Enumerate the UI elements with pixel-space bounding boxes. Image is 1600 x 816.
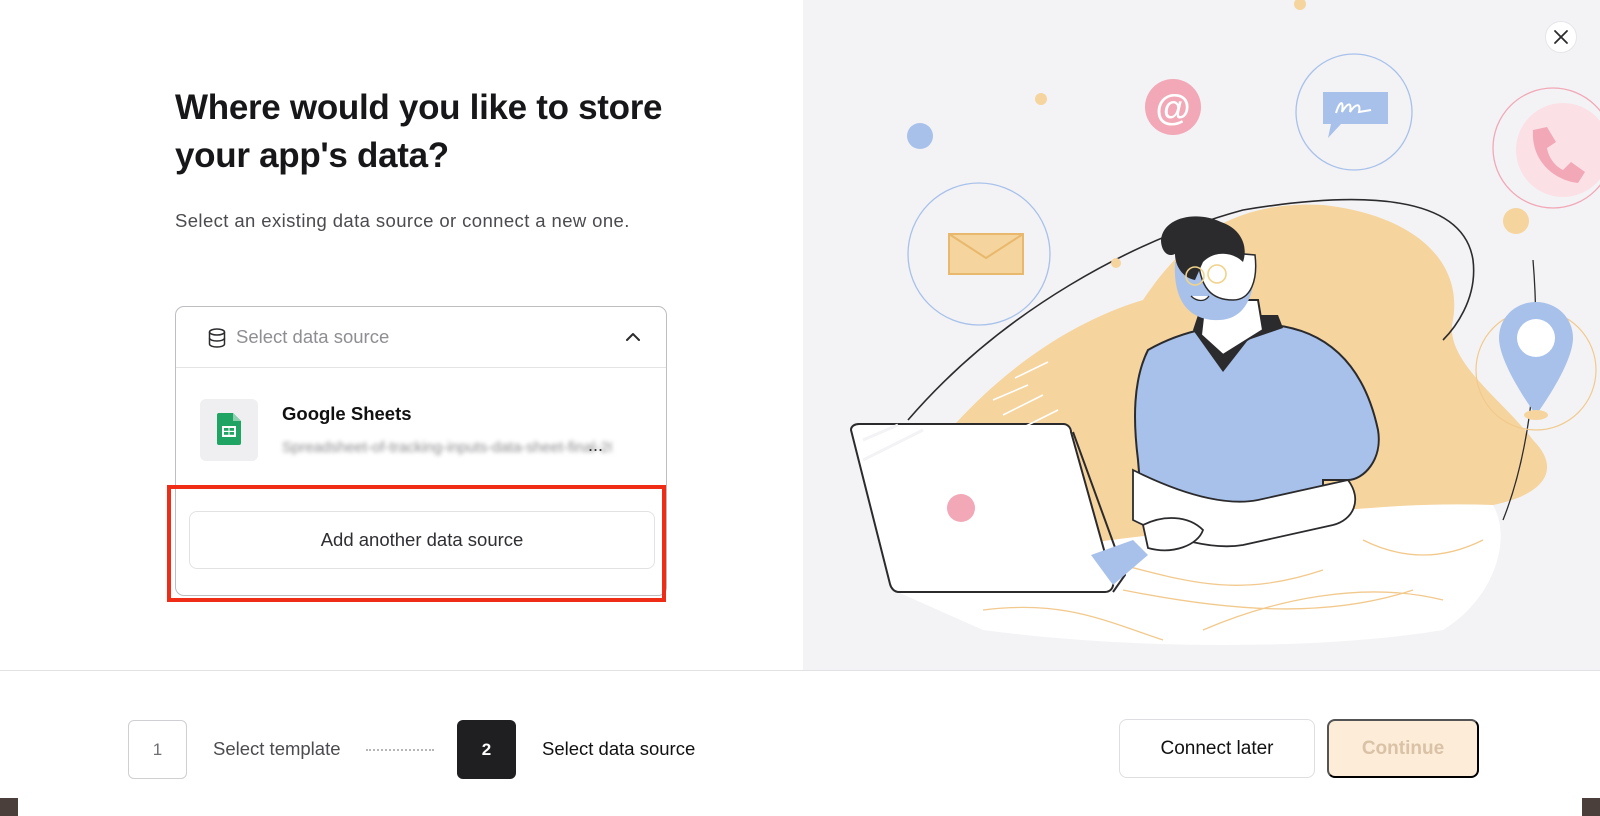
left-pane: Where would you like to store your app's… <box>0 0 803 670</box>
close-icon <box>1554 30 1568 44</box>
database-icon <box>208 328 226 348</box>
add-data-source-button[interactable]: Add another data source <box>189 511 655 569</box>
data-source-select-trigger[interactable]: Select data source <box>176 307 666 368</box>
svg-text:@: @ <box>1155 87 1190 128</box>
data-source-dropdown: Select data source Google Sheets Spreads… <box>175 306 667 596</box>
step-2-indicator: 2 <box>457 720 516 779</box>
connect-later-button[interactable]: Connect later <box>1119 719 1315 778</box>
data-source-placeholder: Select data source <box>236 326 390 347</box>
person-laptop-illustration: @ <box>849 0 1600 645</box>
close-button[interactable] <box>1545 21 1577 53</box>
data-source-name: Google Sheets <box>282 403 412 424</box>
google-sheets-tile <box>200 399 258 461</box>
page-title: Where would you like to store your app's… <box>175 88 663 175</box>
google-sheets-icon <box>217 413 241 445</box>
step-1-indicator[interactable]: 1 <box>128 720 187 779</box>
wizard-footer: 1 Select template 2 Select data source C… <box>0 670 1600 816</box>
data-source-detail-ellipsis: ... <box>588 435 604 455</box>
step-1-label[interactable]: Select template <box>213 738 341 760</box>
step-2-label: Select data source <box>542 738 696 759</box>
continue-button[interactable]: Continue <box>1327 719 1479 778</box>
window-corner <box>1582 798 1600 816</box>
step-connector <box>366 749 434 751</box>
data-source-detail: Spreadsheet-of-tracking-inputs-data-shee… <box>282 439 612 456</box>
page-subtitle: Select an existing data source or connec… <box>175 210 630 231</box>
illustration-pane: @ <box>803 0 1600 670</box>
window-corner <box>0 798 18 816</box>
data-source-option-google-sheets[interactable]: Google Sheets Spreadsheet-of-tracking-in… <box>176 369 666 491</box>
chevron-up-icon[interactable] <box>624 328 642 346</box>
